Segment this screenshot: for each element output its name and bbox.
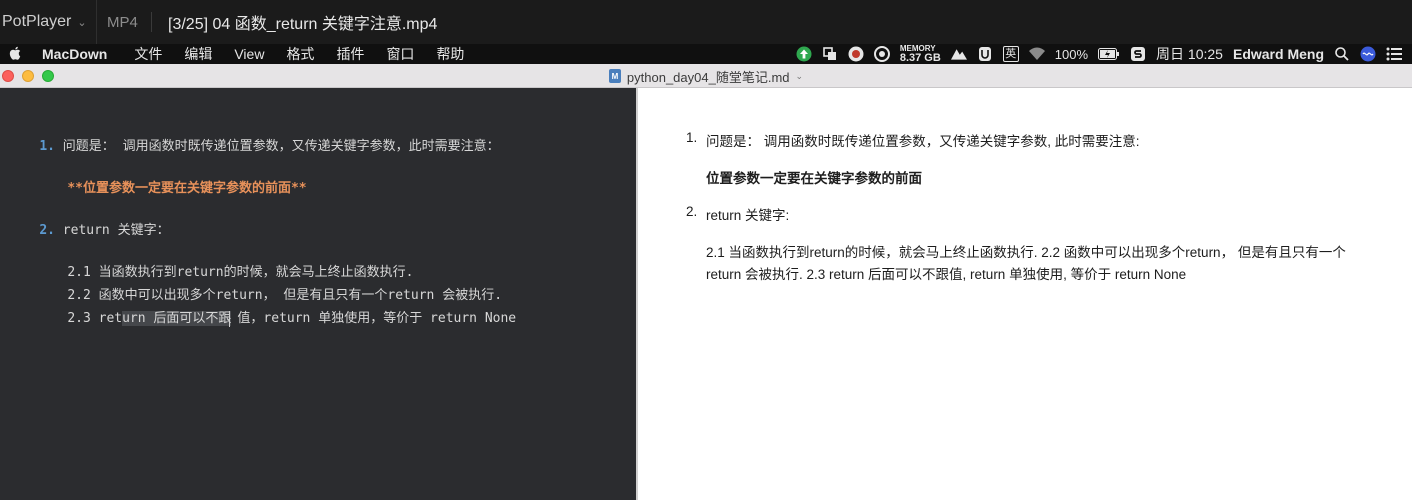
preview-item-1: 问题是： 调用函数时既传递位置参数，又传递关键字参数, 此时需要注意: [706,134,1140,149]
s-app-icon[interactable] [1130,46,1146,62]
menu-format[interactable]: 格式 [275,44,325,64]
notification-center-icon[interactable] [1386,46,1402,62]
video-title: [3/25] 04 函数_return 关键字注意.mp4 [168,16,438,33]
chevron-down-icon: ⌄ [77,16,87,29]
input-method-icon[interactable]: 英 [1002,46,1019,62]
battery-charging-icon[interactable] [1098,46,1120,62]
list-number: 1. [39,139,55,154]
apple-menu-icon[interactable] [0,46,30,63]
potplayer-brand: PotPlayer [2,13,72,30]
status-bar-right: MEMORY 8.37 GB 英 100% 周日 10:25 Edward Me… [796,44,1412,64]
preview-paragraph-line-2: return 会被执行. 2.3 return 后面可以不跟值, return … [706,267,1187,282]
ime-label: 英 [1005,48,1017,60]
close-window-button[interactable] [2,69,14,82]
spotlight-search-icon[interactable] [1334,46,1350,62]
preview-list-number: 1. [686,130,698,145]
menu-view[interactable]: View [223,46,275,62]
video-format-label: MP4 [107,13,138,31]
paw-icon[interactable] [848,46,864,62]
memory-value: 8.37 GB [899,52,941,64]
markdown-file-icon: M [608,69,621,83]
upload-arrow-icon[interactable] [796,46,812,62]
menu-app-name[interactable]: MacDown [30,46,123,62]
minimize-window-button[interactable] [22,69,34,82]
editor-line-text: 值，return 单独使用，等价于 return None [237,311,517,326]
selected-text: urn 后面可以不跟 [122,311,232,326]
menu-file[interactable]: 文件 [123,44,173,64]
menu-help[interactable]: 帮助 [425,44,475,64]
markdown-editor[interactable]: 1. 问题是： 调用函数时既传递位置参数，又传递关键字参数，此时需要注意： **… [0,88,636,500]
chevron-down-icon[interactable]: ⌄ [796,71,804,82]
memory-gauge-icon[interactable] [873,46,890,62]
siri-icon[interactable] [1360,46,1376,62]
menubar-clock[interactable]: 周日 10:25 [1156,44,1223,64]
menu-edit[interactable]: 编辑 [173,44,223,64]
window-title-bar: M python_day04_随堂笔记.md ⌄ [0,64,1412,88]
markdown-preview: 1. 问题是： 调用函数时既传递位置参数，又传递关键字参数, 此时需要注意: 位… [638,88,1412,500]
zoom-window-button[interactable] [42,69,54,82]
u-shield-icon[interactable] [977,46,993,62]
bold-markdown-text: **位置参数一定要在关键字参数的前面** [67,181,307,196]
editor-line-text: 2.3 ret [67,311,123,326]
editor-line-6[interactable]: 2.3 return 后面可以不跟 值，return 单独使用，等价于 retur… [36,292,516,342]
menubar-user[interactable]: Edward Meng [1233,46,1324,62]
list-number: 2. [39,223,55,238]
preview-list-number: 2. [686,204,698,219]
memory-readout[interactable]: MEMORY 8.37 GB [899,45,941,64]
potplayer-menu-button[interactable]: PotPlayer ⌄ [0,13,96,31]
windows-overlap-icon[interactable] [822,46,838,62]
preview-bold-text: 位置参数一定要在关键字参数的前面 [706,171,922,186]
preview-paragraph-line-1: 2.1 当函数执行到return的时候，就会马上终止函数执行. 2.2 函数中可… [706,245,1346,260]
menu-plugins[interactable]: 插件 [325,44,375,64]
preview-item-2: return 关键字: [706,208,790,223]
macos-menu-bar: MacDown 文件 编辑 View 格式 插件 窗口 帮助 MEMORY 8.… [0,44,1412,64]
window-controls [0,69,54,82]
editor-line-text: return 关键字： [54,223,170,238]
document-title-text[interactable]: python_day04_随堂笔记.md [627,67,790,86]
mountain-icon[interactable] [950,46,967,62]
editor-line-text: 问题是： 调用函数时既传递位置参数，又传递关键字参数，此时需要注意： [54,139,500,154]
battery-percent[interactable]: 100% [1055,47,1088,62]
document-title: M python_day04_随堂笔记.md ⌄ [0,64,1412,88]
wifi-icon[interactable] [1028,46,1045,62]
potplayer-title-bar: PotPlayer ⌄ MP4 [3/25] 04 函数_return 关键字注… [0,0,1412,44]
menu-window[interactable]: 窗口 [375,44,425,64]
